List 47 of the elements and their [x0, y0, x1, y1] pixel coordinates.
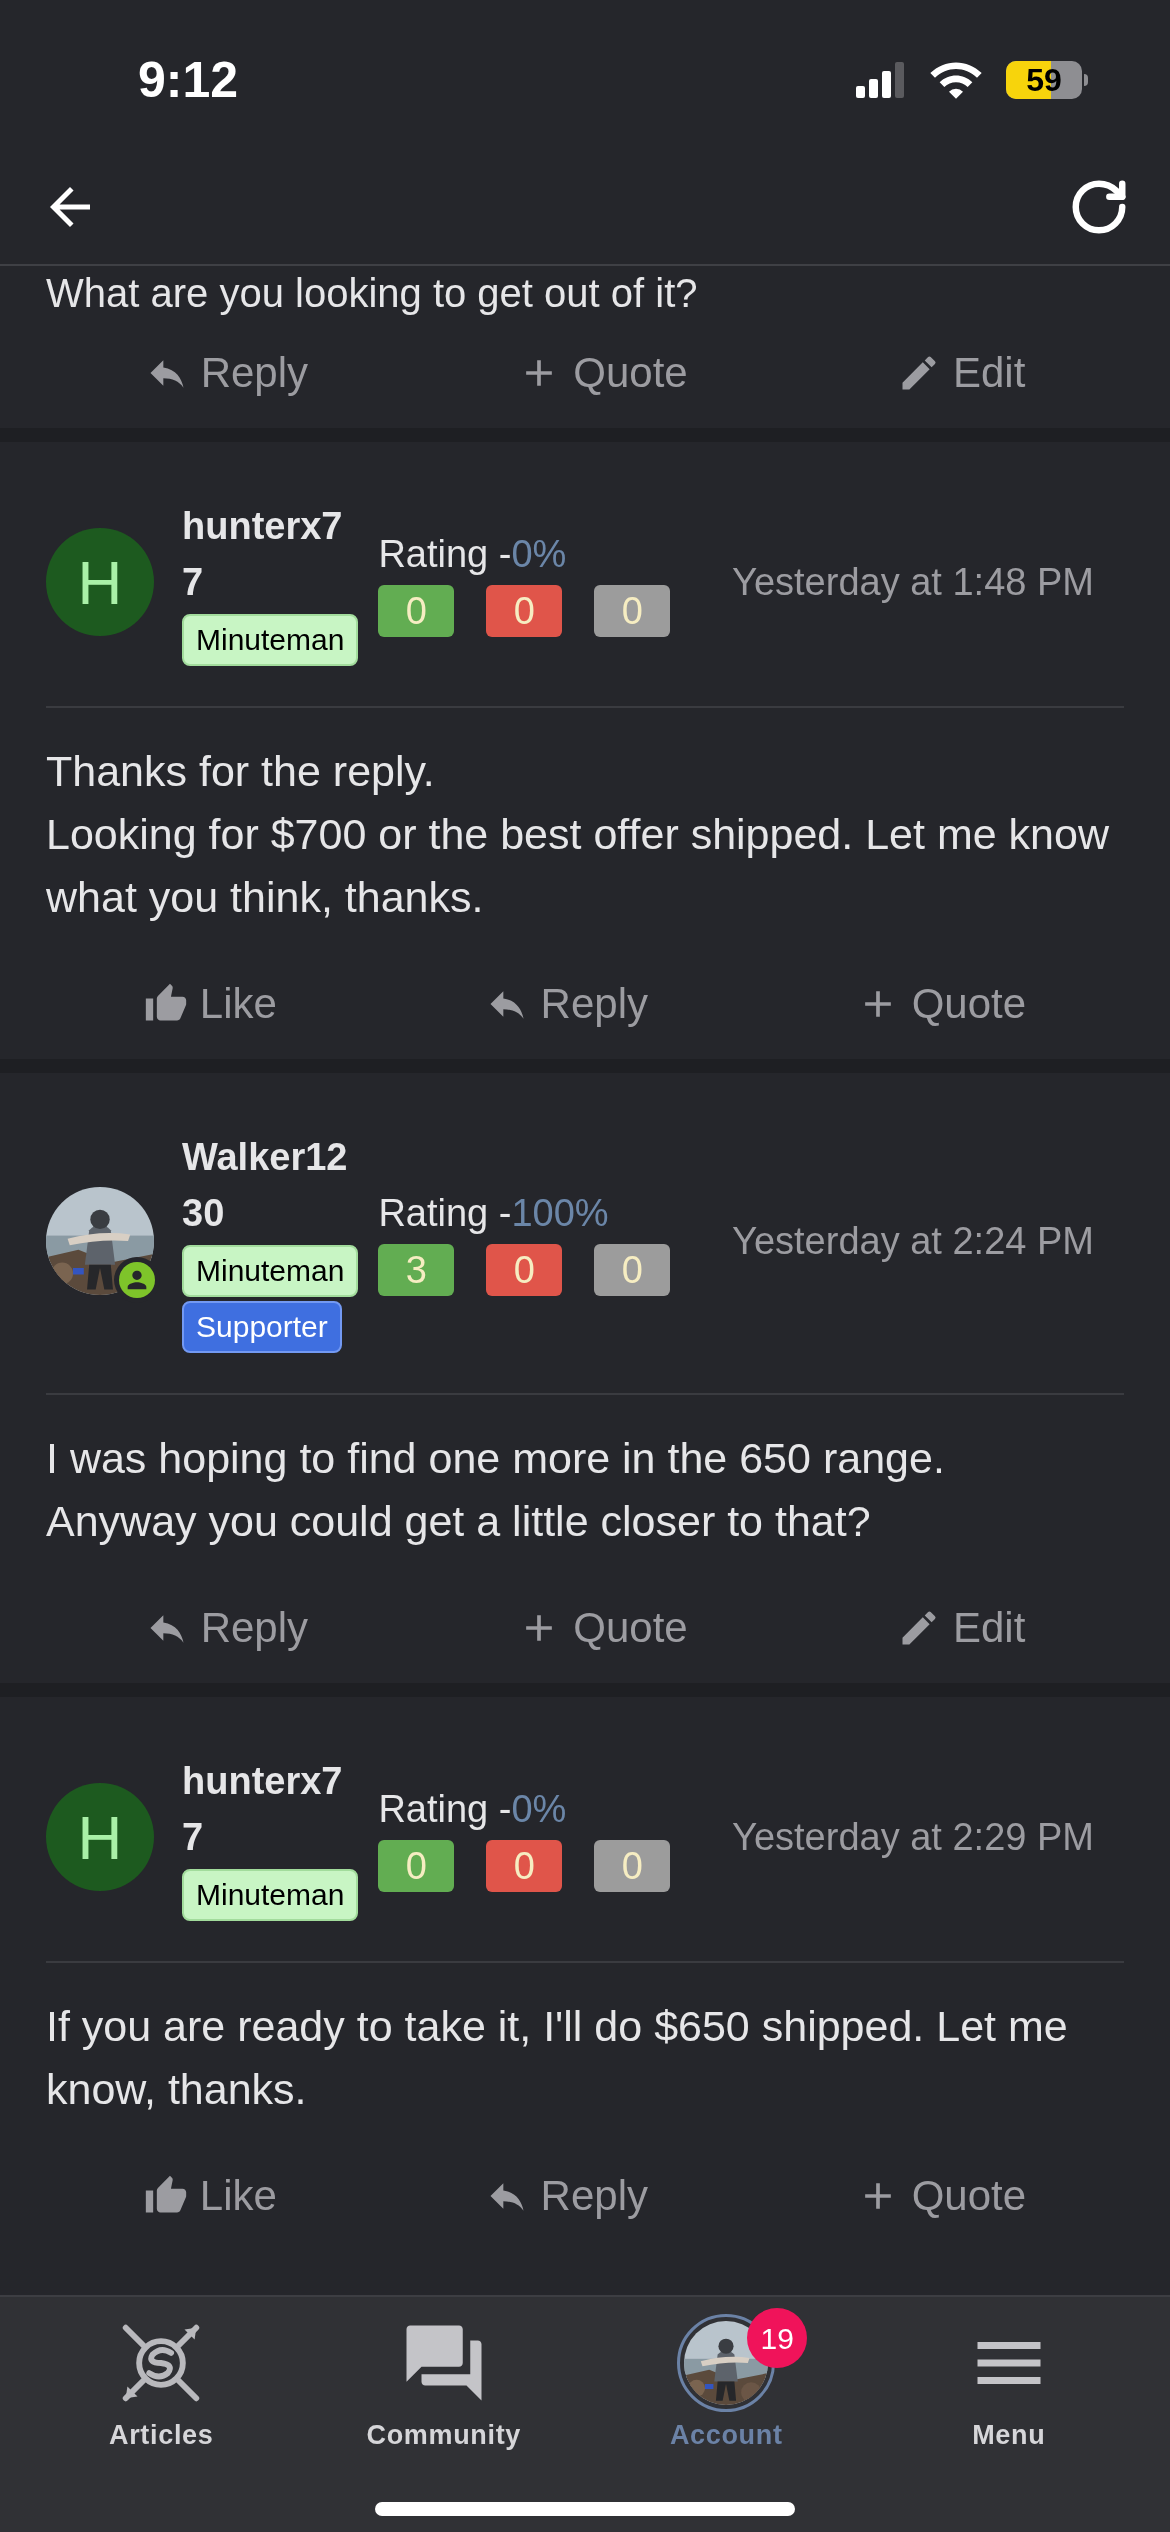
quote-button[interactable]: Quote [517, 1606, 688, 1650]
status-time: 9:12 [138, 50, 239, 110]
reply-button[interactable]: Reply [144, 351, 308, 395]
user-title-badge: Minuteman [182, 1869, 359, 1921]
user-title-badge: Supporter [182, 1301, 342, 1353]
battery-indicator: 59 [1006, 61, 1082, 99]
rating-text: Rating -100% [378, 1191, 610, 1236]
vote-count: 0 [378, 1840, 455, 1892]
post-time: Yesterday at 2:29 PM [732, 1814, 1094, 1860]
tab-bar-item[interactable]: Articles [51, 2313, 272, 2456]
username[interactable]: hunterx77 [182, 498, 359, 610]
vote-count: 0 [486, 1244, 563, 1296]
username[interactable]: Walker1230 [182, 1129, 359, 1241]
quote-button[interactable]: Quote [855, 982, 1027, 1026]
edit-button[interactable]: Edit [896, 351, 1026, 395]
post-body: If you are ready to take it, I'll do $650 shipped. Let me know, thanks. [46, 2001, 1069, 2115]
username[interactable]: hunterx77 [182, 1753, 359, 1865]
vote-count: 0 [486, 585, 563, 637]
vote-count: 0 [594, 1840, 671, 1892]
quote-button[interactable]: Quote [517, 351, 688, 395]
avatar[interactable]: H [46, 528, 154, 636]
reply-button[interactable]: Reply [484, 982, 648, 1026]
rating-text: Rating -0% [378, 1787, 568, 1832]
vote-count: 0 [594, 1244, 671, 1296]
user-title-badge: Minuteman [182, 614, 359, 666]
signal-icon [856, 62, 906, 98]
tab-bar-item[interactable]: Menu [898, 2313, 1119, 2456]
vote-count: 3 [378, 1244, 455, 1296]
rating-text: Rating -0% [378, 532, 568, 577]
vote-count: 0 [378, 585, 455, 637]
reply-button[interactable]: Reply [484, 2174, 648, 2218]
post-body: Thanks for the reply. Looking for $700 or the best offer shipped. Let me know what you think, thanks. [46, 746, 1110, 923]
notification-count: 19 [747, 2308, 808, 2368]
like-button[interactable]: Like [143, 2174, 277, 2218]
quote-button[interactable]: Quote [855, 2174, 1027, 2218]
like-button[interactable]: Like [143, 982, 277, 1026]
vote-count: 0 [594, 585, 671, 637]
user-title-badge: Minuteman [182, 1245, 359, 1297]
avatar[interactable]: H [46, 1783, 154, 1891]
tab-bar-item[interactable]: Community [333, 2313, 554, 2456]
post-body: I was hoping to find one more in the 650 range. Anyway you could get a little closer to that? [46, 1433, 946, 1547]
reply-button[interactable]: Reply [144, 1606, 308, 1650]
post-time: Yesterday at 1:48 PM [732, 559, 1094, 605]
edit-button[interactable]: Edit [896, 1606, 1026, 1650]
vote-count: 0 [486, 1840, 563, 1892]
post-time: Yesterday at 2:24 PM [732, 1218, 1094, 1264]
post-body: What are you looking to get out of it? [45, 270, 699, 317]
